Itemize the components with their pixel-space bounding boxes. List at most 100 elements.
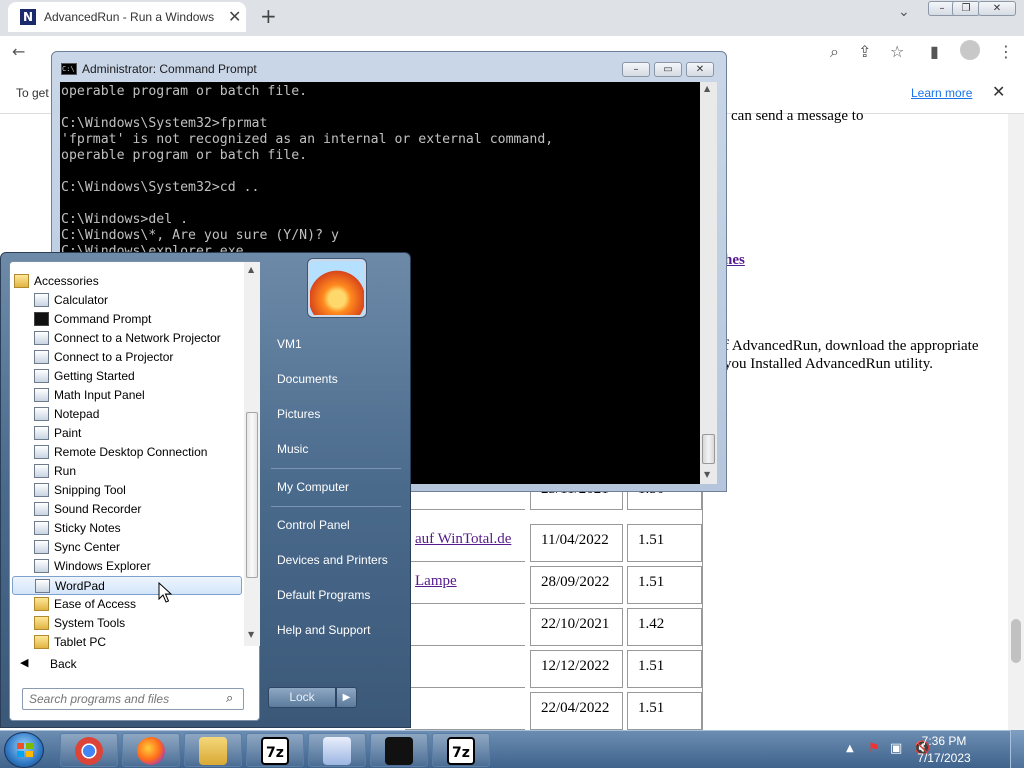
share-icon[interactable]: ⇪ [858, 42, 871, 61]
program-item[interactable]: Connect to a Network Projector [12, 329, 242, 348]
cmd-window-title: Administrator: Command Prompt [82, 62, 257, 76]
close-window-button[interactable]: ✕ [978, 1, 1016, 16]
tab-search-chevron-icon[interactable]: ⌄ [898, 4, 910, 20]
search-icon[interactable]: ⌕ [226, 691, 233, 706]
page-link[interactable]: hes [724, 252, 745, 269]
zoom-search-icon[interactable]: ⌕ [830, 42, 839, 62]
program-item[interactable]: Accessories [12, 272, 242, 291]
taskbar-app-button[interactable]: 7z [246, 733, 304, 767]
program-item[interactable]: Notepad [12, 405, 242, 424]
folder-icon [34, 597, 49, 611]
taskbar-app-button[interactable] [60, 733, 118, 767]
user-picture-flower[interactable] [308, 259, 366, 317]
table-cell-link-text[interactable]: auf WinTotal.de [415, 531, 511, 547]
table-cell-link[interactable] [405, 608, 525, 646]
start-button[interactable] [4, 732, 44, 768]
power-options-arrow-icon[interactable]: ▶ [336, 687, 357, 708]
start-menu-link[interactable]: Help and Support [277, 623, 370, 637]
taskbar-app-button[interactable]: 7z [432, 733, 490, 767]
scroll-down-arrow-icon[interactable]: ▼ [248, 630, 254, 639]
search-box[interactable]: ⌕ [22, 688, 244, 710]
table-cell-link-text[interactable]: Lampe [415, 573, 457, 589]
cmd-maximize-button[interactable]: ▭ [654, 62, 682, 77]
windows-explorer-icon [34, 559, 49, 573]
cmd-minimize-button[interactable]: – [622, 62, 650, 77]
programs-scrollbar[interactable]: ▲ ▼ [244, 262, 260, 646]
program-label: Command Prompt [54, 312, 152, 326]
table-cell-link[interactable]: Lampe [405, 566, 525, 604]
start-menu-link[interactable]: VM1 [277, 337, 302, 351]
start-menu-link[interactable]: Devices and Printers [277, 553, 388, 567]
start-menu-link[interactable]: Documents [277, 372, 338, 386]
lock-button[interactable]: Lock [268, 687, 336, 708]
back-button[interactable]: ◀ Back [20, 654, 240, 674]
scroll-up-arrow-icon[interactable]: ▲ [704, 84, 710, 93]
program-item[interactable]: Windows Explorer [12, 557, 242, 576]
restore-window-button[interactable]: ❐ [952, 1, 980, 16]
program-item[interactable]: Ease of Access [12, 595, 242, 614]
program-item[interactable]: Remote Desktop Connection [12, 443, 242, 462]
scroll-down-arrow-icon[interactable]: ▼ [704, 470, 710, 479]
program-item[interactable]: Tablet PC [12, 633, 242, 652]
side-panel-icon[interactable]: ▮ [930, 42, 939, 61]
clock-date[interactable]: 7/17/2023 [904, 751, 984, 765]
profile-avatar-icon[interactable] [960, 40, 980, 60]
page-scrollbar-thumb[interactable] [1011, 619, 1021, 663]
cmd-close-button[interactable]: ✕ [686, 62, 714, 77]
table-cell-link[interactable]: auf WinTotal.de [405, 524, 525, 562]
bookmark-star-icon[interactable]: ☆ [890, 42, 904, 61]
command-prompt-icon [385, 737, 413, 765]
table-cell-version-text: 1.42 [638, 616, 665, 632]
taskbar-app-button[interactable] [184, 733, 242, 767]
search-input[interactable] [29, 692, 219, 706]
cmd-scrollbar-thumb[interactable] [702, 434, 715, 464]
table-cell-version-text: 1.51 [638, 658, 665, 674]
show-hidden-icons-icon[interactable]: ▲ [846, 743, 854, 754]
table-cell-link[interactable] [405, 650, 525, 688]
program-item[interactable]: Run [12, 462, 242, 481]
learn-more-link[interactable]: Learn more [911, 86, 972, 100]
program-item[interactable]: Getting Started [12, 367, 242, 386]
taskbar-app-button[interactable] [308, 733, 366, 767]
program-item[interactable]: Sound Recorder [12, 500, 242, 519]
program-item[interactable]: Sync Center [12, 538, 242, 557]
back-arrow-icon[interactable]: ← [12, 42, 25, 61]
show-desktop-button[interactable] [1010, 730, 1024, 768]
program-item[interactable]: Paint [12, 424, 242, 443]
clock-time[interactable]: 7:36 PM [904, 734, 984, 748]
cmd-scrollbar[interactable]: ▲ ▼ [700, 82, 717, 484]
program-item[interactable]: Command Prompt [12, 310, 242, 329]
start-menu-link[interactable]: Default Programs [277, 588, 370, 602]
program-item[interactable]: Sticky Notes [12, 519, 242, 538]
program-item[interactable]: WordPad [12, 576, 242, 595]
start-menu-link[interactable]: My Computer [277, 480, 349, 494]
taskbar-app-button[interactable] [122, 733, 180, 767]
network-projector-icon [34, 331, 49, 345]
sync-center-icon [34, 540, 49, 554]
program-item[interactable]: Snipping Tool [12, 481, 242, 500]
close-tab-icon[interactable]: ✕ [228, 7, 241, 26]
browser-menu-kebab-icon[interactable]: ⋮ [998, 42, 1014, 61]
action-center-flag-icon[interactable]: ⚑ [868, 741, 880, 756]
taskbar-app-button[interactable] [370, 733, 428, 767]
start-menu-link[interactable]: Control Panel [277, 518, 350, 532]
network-icon[interactable]: ▣ [890, 741, 902, 756]
table-cell-link[interactable] [405, 692, 525, 730]
new-tab-plus-icon[interactable]: + [260, 4, 277, 28]
7zip-icon: 7z [447, 737, 475, 765]
browser-tab[interactable]: N AdvancedRun - Run a Windows a ✕ [8, 2, 246, 32]
command-prompt-icon [34, 312, 49, 326]
program-item[interactable]: System Tools [12, 614, 242, 633]
program-item[interactable]: Math Input Panel [12, 386, 242, 405]
program-label: Snipping Tool [54, 483, 126, 497]
calculator-icon [34, 293, 49, 307]
programs-scrollbar-thumb[interactable] [246, 412, 258, 578]
program-item[interactable]: Connect to a Projector [12, 348, 242, 367]
start-menu-link[interactable]: Music [277, 442, 308, 456]
page-scrollbar[interactable] [1008, 114, 1024, 730]
folder-icon [34, 616, 49, 630]
infobar-close-icon[interactable]: ✕ [992, 82, 1005, 101]
program-item[interactable]: Calculator [12, 291, 242, 310]
scroll-up-arrow-icon[interactable]: ▲ [248, 265, 254, 274]
start-menu-link[interactable]: Pictures [277, 407, 320, 421]
